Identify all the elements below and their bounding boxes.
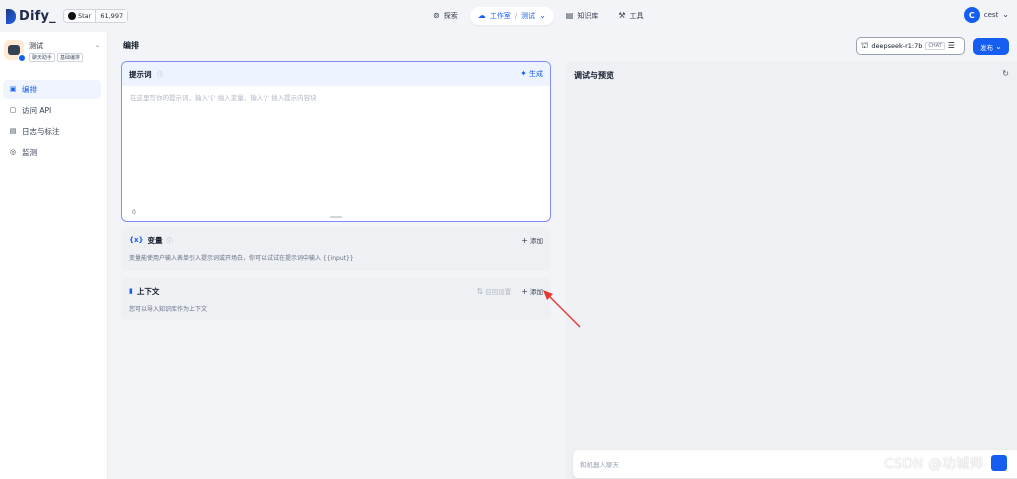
app-info-card[interactable]: 测试 聊天助手 基础编排 ⌄ [4,40,102,66]
variable-braces-icon: {x} [129,236,144,244]
nav-knowledge[interactable]: ▤ 知识库 [558,7,607,25]
avatar: C [963,7,980,23]
recall-settings-label: 召回设置 [485,288,512,296]
settings-icon: ⇅ [476,287,484,296]
variables-description: 变量能使用户输入表单引入提示词或开场白，你可以试试在提示词中输入 {{input… [129,255,354,262]
publish-button[interactable]: 发布 ⌄ [973,38,1009,55]
watermark: CSDN @功城师 [884,456,984,472]
user-name: cest [983,11,999,19]
chevron-down-icon: ⌄ [1002,10,1009,19]
top-bar: Dify_ Star 61,997 ⊚ 探索 ☁ 工作室 / 测试 ⌄ ▤ 知识… [0,0,1017,32]
generate-button[interactable]: ✦ 生成 [520,69,543,79]
plus-icon: + [521,287,528,296]
prompt-header: 提示词 ⓘ ✦ 生成 [122,62,550,86]
help-icon[interactable]: ⓘ [166,236,172,245]
arrow-shaft [546,293,581,328]
prompt-char-count: 0 [132,209,136,216]
prompt-input[interactable]: 在这里写你的提示词，输入'{' 插入变量、输入'/' 插入提示内容块 [122,86,550,108]
model-name: deepseek-r1:7b [871,42,923,50]
nav-studio-label: 工作室 [489,12,511,20]
robot-icon [8,45,20,55]
sparkle-icon: ✦ [520,69,527,78]
model-selector[interactable]: ⛫ deepseek-r1:7b CHAT ☰ [856,37,965,55]
app-tag: 基础编排 [57,53,84,62]
user-menu[interactable]: C cest ⌄ [963,7,1009,23]
compass-icon: ⊚ [433,11,440,20]
sidebar-item-orchestrate[interactable]: ▣ 编排 [3,80,101,99]
prompt-title: 提示词 [129,69,152,79]
prompt-editor: 提示词 ⓘ ✦ 生成 在这里写你的提示词，输入'{' 插入变量、输入'/' 插入… [121,61,551,222]
sidebar-item-label: 日志与标注 [22,127,60,136]
annotation-arrow-icon [543,290,581,328]
variables-section: {x} 变量 ⓘ + 添加 变量能使用户输入表单引入提示词或开场白，你可以试试在… [121,227,551,271]
logs-icon: ▤ [9,127,17,135]
github-star-count: 61,997 [100,12,124,20]
preview-title: 调试与预览 [574,71,614,80]
publish-label: 发布 [980,43,994,52]
app-name: 测试 [29,42,43,50]
context-description: 您可以导入知识库作为上下文 [129,306,208,313]
page-title: 编排 [123,41,139,50]
book-icon: ▤ [565,11,574,20]
nav-tools[interactable]: ⚒ 工具 [610,7,651,25]
document-icon: ▮ [129,287,133,295]
app-tag: 聊天助手 [29,53,56,62]
model-provider-icon: ⛫ [861,41,869,50]
sidebar-item-logs[interactable]: ▤ 日志与标注 [3,122,101,141]
dify-logo[interactable]: Dify_ [6,8,56,24]
github-icon [68,12,76,20]
nav-studio[interactable]: ☁ 工作室 / 测试 ⌄ [469,7,554,25]
dify-logo-text: Dify_ [19,8,56,24]
github-star-button[interactable]: Star 61,997 [63,9,129,23]
resize-handle[interactable] [330,216,342,218]
hammer-icon: ⚒ [618,11,626,20]
app-sidebar: 测试 聊天助手 基础编排 ⌄ ▣ 编排 ▢ 访问 API ▤ 日志与标注 ◎ 监… [0,32,108,479]
app-tags: 聊天助手 基础编排 [29,53,84,62]
main-nav: ⊚ 探索 ☁ 工作室 / 测试 ⌄ ▤ 知识库 ⚒ 工具 [425,7,652,25]
nav-explore[interactable]: ⊚ 探索 [425,7,466,25]
add-variable-button[interactable]: + 添加 [521,235,543,246]
nav-tools-label: 工具 [629,12,644,20]
add-variable-label: 添加 [530,237,543,245]
help-icon[interactable]: ⓘ [157,72,163,79]
app-avatar-icon [4,40,26,62]
api-icon: ▢ [9,106,17,114]
plus-icon: + [521,236,528,245]
variables-title: 变量 [147,235,163,245]
orchestrate-icon: ▣ [9,85,17,93]
app-meta: 测试 聊天助手 基础编排 [29,40,84,62]
chevron-down-icon: ⌄ [539,11,546,20]
robot-icon: ☁ [477,11,486,20]
recall-settings-button[interactable]: ⇅ 召回设置 [476,286,512,297]
generate-label: 生成 [529,70,543,78]
model-mode-badge: CHAT [925,42,945,50]
sidebar-item-label: 监测 [22,148,37,157]
nav-studio-separator: / [514,12,518,20]
nav-explore-label: 探索 [443,12,458,20]
sidebar-menu: ▣ 编排 ▢ 访问 API ▤ 日志与标注 ◎ 监测 [3,80,101,164]
dify-logo-mark-icon [6,8,16,24]
refresh-icon[interactable]: ↻ [1002,69,1009,78]
nav-knowledge-label: 知识库 [577,12,599,20]
monitor-icon: ◎ [9,148,17,156]
chat-input-placeholder: 和机器人聊天 [580,461,619,469]
app-type-badge-icon [18,54,26,62]
sidebar-item-label: 访问 API [22,106,52,115]
debug-preview-panel: 调试与预览 ↻ 和机器人聊天 [565,61,1017,479]
chevron-down-icon: ⌄ [995,41,1002,51]
context-title: 上下文 [136,286,160,296]
sidebar-item-label: 编排 [22,85,37,94]
sidebar-item-api[interactable]: ▢ 访问 API [3,101,101,120]
context-section: ▮ 上下文 ⇅ 召回设置 + 添加 您可以导入知识库作为上下文 [121,278,551,320]
sidebar-item-monitor[interactable]: ◎ 监测 [3,143,101,162]
settings-sliders-icon[interactable]: ☰ [948,42,955,50]
github-star-label: Star [78,12,92,20]
send-button[interactable] [991,455,1007,471]
chevron-down-icon: ⌄ [94,42,100,49]
nav-studio-app-label[interactable]: 测试 [521,11,535,21]
